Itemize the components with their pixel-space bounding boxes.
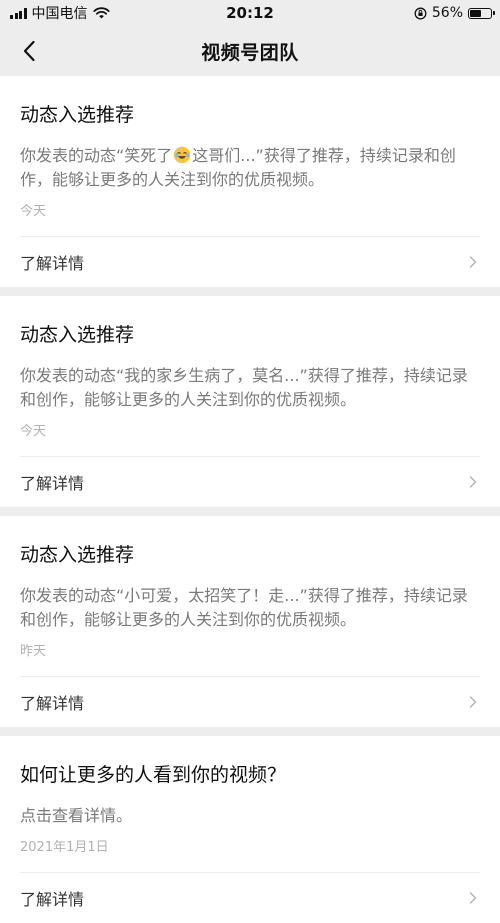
nav-bar: 视频号团队 — [0, 26, 500, 76]
card-body: 动态入选推荐 你发表的动态“小可爱，太招笑了！走...”获得了推荐，持续记录和创… — [20, 516, 480, 661]
card-description: 你发表的动态“我的家乡生病了，莫名...”获得了推荐，持续记录和创作，能够让更多… — [20, 366, 468, 409]
chevron-right-icon — [469, 696, 477, 708]
card-body: 动态入选推荐 你发表的动态“我的家乡生病了，莫名...”获得了推荐，持续记录和创… — [20, 296, 480, 441]
card-body: 如何让更多的人看到你的视频？ 点击查看详情。 2021年1月1日 — [20, 736, 480, 857]
notification-card: 动态入选推荐 你发表的动态“我的家乡生病了，莫名...”获得了推荐，持续记录和创… — [0, 296, 500, 507]
card-title: 如何让更多的人看到你的视频？ — [20, 764, 287, 786]
chevron-right-icon — [469, 256, 477, 268]
orientation-lock-icon — [414, 7, 427, 19]
battery-fill — [470, 9, 482, 17]
learn-more-row[interactable]: 了解详情 — [20, 872, 480, 923]
learn-more-label: 了解详情 — [20, 474, 85, 493]
chevron-left-icon — [23, 40, 35, 62]
card-description: 点击查看详情。 — [20, 806, 133, 825]
status-left: 中国电信 — [10, 3, 110, 23]
status-time: 20:12 — [226, 4, 274, 22]
card-title: 动态入选推荐 — [20, 324, 135, 346]
signal-icon — [10, 7, 27, 19]
card-body: 动态入选推荐 你发表的动态“笑死了 这哥们...”获得了推荐，持续记录和创作，能… — [20, 76, 480, 221]
notification-card: 动态入选推荐 你发表的动态“笑死了 这哥们...”获得了推荐，持续记录和创作，能… — [0, 76, 500, 287]
laughing-emoji-icon — [174, 146, 191, 164]
battery-percent: 56% — [431, 5, 463, 21]
learn-more-label: 了解详情 — [20, 254, 85, 273]
description-text: 你发表的动态“笑死了 — [20, 146, 173, 165]
page-title: 视频号团队 — [201, 41, 299, 64]
card-date: 2021年1月1日 — [20, 840, 109, 855]
learn-more-label: 了解详情 — [20, 694, 85, 713]
learn-more-row[interactable]: 了解详情 — [20, 456, 480, 507]
card-description: 你发表的动态“笑死了 这哥们...”获得了推荐，持续记录和创作，能够让更多的人关… — [20, 144, 480, 192]
notification-card: 如何让更多的人看到你的视频？ 点击查看详情。 2021年1月1日 了解详情 — [0, 736, 500, 923]
chevron-right-icon — [469, 476, 477, 488]
card-date: 今天 — [20, 204, 47, 219]
card-title: 动态入选推荐 — [20, 544, 135, 566]
wifi-icon — [92, 7, 110, 19]
card-description: 你发表的动态“小可爱，太招笑了！走...”获得了推荐，持续记录和创作，能够让更多… — [20, 586, 468, 629]
chevron-right-icon — [469, 892, 477, 904]
card-title: 动态入选推荐 — [20, 104, 135, 126]
card-date: 今天 — [20, 424, 47, 439]
back-button[interactable] — [14, 36, 44, 66]
status-bar: 中国电信 20:12 56% — [0, 0, 500, 26]
learn-more-row[interactable]: 了解详情 — [20, 236, 480, 287]
learn-more-label: 了解详情 — [20, 890, 85, 909]
carrier-label: 中国电信 — [31, 6, 88, 22]
card-date: 昨天 — [20, 644, 47, 659]
status-right: 56% — [414, 5, 495, 21]
learn-more-row[interactable]: 了解详情 — [20, 676, 480, 727]
battery-icon — [468, 7, 495, 19]
notification-card: 动态入选推荐 你发表的动态“小可爱，太招笑了！走...”获得了推荐，持续记录和创… — [0, 516, 500, 727]
